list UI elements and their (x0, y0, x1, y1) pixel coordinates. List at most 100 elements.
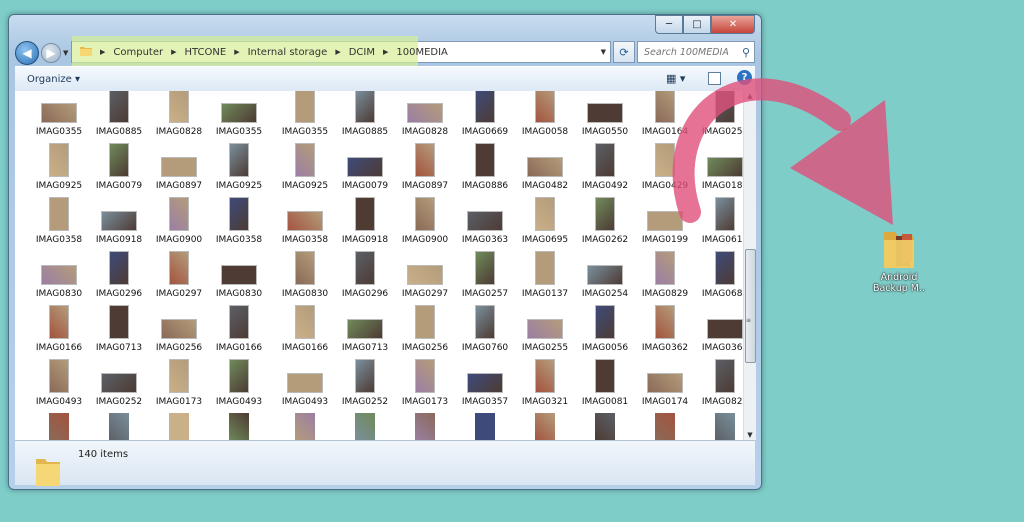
search-icon[interactable]: ⚲ (742, 46, 750, 59)
file-item[interactable]: IMAG0830 (277, 251, 333, 305)
file-item[interactable]: IMAG0492 (577, 143, 633, 197)
file-item[interactable]: IMAG0296 (91, 251, 147, 305)
image-thumbnail[interactable] (595, 413, 615, 440)
file-item[interactable]: IMAG0925 (277, 143, 333, 197)
help-button[interactable]: ? (737, 70, 752, 85)
file-item[interactable]: IMAG0321 (517, 359, 573, 413)
file-item[interactable]: IMAG0925 (211, 143, 267, 197)
file-item[interactable]: IMAG0296 (337, 251, 393, 305)
vertical-scrollbar[interactable]: ▲ ≡ ▼ (743, 91, 756, 440)
file-item[interactable]: IMAG0081 (577, 359, 633, 413)
file-item[interactable]: IMAG0713 (337, 305, 393, 359)
file-item[interactable]: IMAG0925 (31, 143, 87, 197)
file-item[interactable]: IMAG0830 (31, 251, 87, 305)
breadcrumb-dcim[interactable]: DCIM (349, 47, 375, 58)
file-item[interactable]: IMAG0683 (697, 251, 743, 305)
file-item[interactable]: IMAG0885 (337, 91, 393, 143)
close-button[interactable]: ✕ (711, 15, 755, 34)
search-box[interactable]: ⚲ (637, 41, 755, 63)
file-item[interactable]: IMAG0252 (337, 359, 393, 413)
file-item[interactable]: IMAG0253 (697, 91, 743, 143)
breadcrumb-separator-icon[interactable]: ▶ (335, 48, 340, 56)
file-item[interactable]: IMAG0297 (151, 251, 207, 305)
file-item[interactable]: IMAG0357 (457, 359, 513, 413)
breadcrumb-100media[interactable]: 100MEDIA (396, 47, 448, 58)
file-item[interactable]: IMAG0829 (637, 251, 693, 305)
breadcrumb-separator-icon[interactable]: ▶ (234, 48, 239, 56)
address-dropdown-icon[interactable]: ▼ (601, 48, 606, 56)
file-item[interactable]: IMAG0830 (211, 251, 267, 305)
file-list[interactable]: IMAG0355 IMAG0885 IMAG0828 IMAG0355 IMAG0355… (15, 91, 743, 440)
scrollbar-thumb[interactable] (745, 249, 756, 363)
file-item[interactable]: IMAG0355 (211, 91, 267, 143)
file-item[interactable]: IMAG0355 (31, 91, 87, 143)
organize-button[interactable]: Organize ▾ (27, 74, 80, 85)
file-item[interactable]: IMAG0355 (277, 91, 333, 143)
file-item[interactable]: IMAG0199 (637, 197, 693, 251)
scroll-down-arrow-icon[interactable]: ▼ (744, 431, 756, 439)
image-thumbnail[interactable] (229, 413, 249, 440)
file-item[interactable]: IMAG0900 (397, 197, 453, 251)
file-item[interactable]: IMAG0358 (277, 197, 333, 251)
file-item[interactable]: IMAG0255 (517, 305, 573, 359)
file-item[interactable]: IMAG0056 (577, 305, 633, 359)
file-item[interactable]: IMAG0256 (397, 305, 453, 359)
file-item[interactable]: IMAG0358 (31, 197, 87, 251)
file-item[interactable]: IMAG0166 (31, 305, 87, 359)
file-item[interactable]: IMAG0885 (91, 91, 147, 143)
search-input[interactable] (642, 45, 738, 59)
file-item[interactable]: IMAG0362 (637, 305, 693, 359)
image-thumbnail[interactable] (169, 413, 189, 440)
file-item[interactable]: IMAG0900 (151, 197, 207, 251)
file-item[interactable]: IMAG0164 (637, 91, 693, 143)
breadcrumb-htcone[interactable]: HTCONE (185, 47, 227, 58)
forward-button[interactable]: ▶ (41, 43, 61, 63)
breadcrumb-computer[interactable]: Computer (113, 47, 163, 58)
minimize-button[interactable]: ─ (655, 15, 683, 34)
back-button[interactable]: ◀ (15, 41, 39, 65)
file-item[interactable]: IMAG0713 (91, 305, 147, 359)
file-item[interactable]: IMAG0493 (277, 359, 333, 413)
image-thumbnail[interactable] (655, 413, 675, 440)
file-item[interactable]: IMAG0828 (397, 91, 453, 143)
file-item[interactable]: IMAG0166 (277, 305, 333, 359)
refresh-button[interactable]: ⟳ (613, 41, 635, 63)
file-item[interactable]: IMAG0363 (457, 197, 513, 251)
file-item[interactable]: IMAG0828 (151, 91, 207, 143)
file-item[interactable]: IMAG0173 (151, 359, 207, 413)
image-thumbnail[interactable] (475, 413, 495, 440)
image-thumbnail[interactable] (109, 413, 129, 440)
file-item[interactable]: IMAG0297 (397, 251, 453, 305)
file-item[interactable]: IMAG0695 (517, 197, 573, 251)
image-thumbnail[interactable] (49, 413, 69, 440)
file-item[interactable]: IMAG0886 (457, 143, 513, 197)
maximize-button[interactable]: □ (683, 15, 711, 34)
file-item[interactable]: IMAG0358 (211, 197, 267, 251)
file-item[interactable]: IMAG0918 (91, 197, 147, 251)
file-item[interactable]: IMAG0429 (637, 143, 693, 197)
file-item[interactable]: IMAG0897 (151, 143, 207, 197)
breadcrumb-separator-icon[interactable]: ▶ (171, 48, 176, 56)
breadcrumb-separator-icon[interactable]: ▶ (383, 48, 388, 56)
image-thumbnail[interactable] (355, 413, 375, 440)
file-item[interactable]: IMAG0079 (337, 143, 393, 197)
file-item[interactable]: IMAG0257 (457, 251, 513, 305)
preview-pane-icon[interactable] (708, 72, 721, 85)
image-thumbnail[interactable] (535, 413, 555, 440)
file-item[interactable]: IMAG0918 (337, 197, 393, 251)
file-item[interactable]: IMAG0482 (517, 143, 573, 197)
file-item[interactable]: IMAG0493 (31, 359, 87, 413)
file-item[interactable]: IMAG0079 (91, 143, 147, 197)
file-item[interactable]: IMAG0823 (697, 359, 743, 413)
file-item[interactable]: IMAG0189 (697, 143, 743, 197)
file-item[interactable]: IMAG0617 (697, 197, 743, 251)
file-item[interactable]: IMAG0058 (517, 91, 573, 143)
recent-pages-dropdown-icon[interactable]: ▼ (63, 49, 68, 57)
image-thumbnail[interactable] (415, 413, 435, 440)
file-item[interactable]: IMAG0256 (151, 305, 207, 359)
file-item[interactable]: IMAG0361 (697, 305, 743, 359)
file-item[interactable]: IMAG0760 (457, 305, 513, 359)
change-view-button[interactable]: ▦ ▾ (666, 72, 685, 85)
file-item[interactable]: IMAG0669 (457, 91, 513, 143)
image-thumbnail[interactable] (295, 413, 315, 440)
